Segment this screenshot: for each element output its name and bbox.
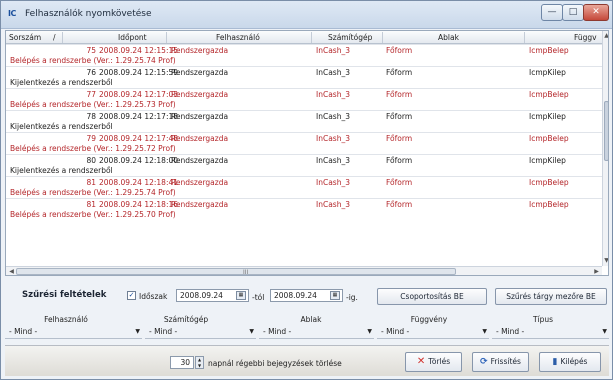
window-title: Felhasználók nyomkövetése — [25, 9, 152, 19]
date-from-value: 2008.09.24 — [180, 291, 223, 300]
sort-indicator: / — [53, 33, 56, 42]
days-label: napnál régebbi bejegyzések törlése — [208, 359, 342, 368]
delete-label: Törlés — [428, 357, 451, 366]
column-header-szamitogep[interactable]: Számítógép — [328, 33, 372, 42]
scroll-right-icon[interactable]: ▶ — [592, 267, 601, 275]
chevron-down-icon[interactable]: ▼ — [367, 326, 372, 338]
date-to-value: 2008.09.24 — [274, 291, 317, 300]
days-input[interactable]: 30 — [170, 356, 194, 369]
type-filter-select[interactable]: - Mind - ▼ — [492, 326, 609, 339]
days-spinner-icon[interactable]: ▲ ▼ — [195, 356, 204, 369]
scroll-left-icon[interactable]: ◀ — [7, 267, 16, 275]
filter-label-window: Ablak — [300, 315, 322, 324]
title-bar: IC Felhasználók nyomkövetése — □ ✕ — [1, 1, 612, 29]
delete-button[interactable]: ✕ Törlés — [405, 352, 462, 372]
column-divider[interactable] — [62, 32, 63, 43]
window-filter-select[interactable]: - Mind - ▼ — [259, 326, 374, 339]
calendar-icon[interactable]: ▦ — [330, 291, 340, 300]
chevron-down-icon[interactable]: ▼ — [249, 326, 254, 338]
filter-label-type: Típus — [532, 315, 554, 324]
computer-filter-value: - Mind - — [149, 327, 178, 336]
exit-label: Kilépés — [560, 357, 588, 366]
window-filter-value: - Mind - — [263, 327, 292, 336]
exit-door-icon: ▮ — [552, 357, 558, 367]
filter-label-user: Felhasználó — [44, 315, 88, 324]
column-header-sorszam[interactable]: Sorszám — [9, 33, 41, 42]
date-to-field[interactable]: 2008.09.24 ▦ — [270, 289, 343, 302]
refresh-icon: ⟳ — [480, 357, 488, 367]
date-from-field[interactable]: 2008.09.24 ▦ — [176, 289, 249, 302]
scroll-up-icon[interactable]: ▲ — [603, 32, 608, 40]
main-window: IC Felhasználók nyomkövetése — □ ✕ Sorsz… — [0, 0, 613, 380]
user-filter-value: - Mind - — [9, 327, 38, 336]
column-header-idopont[interactable]: Időpont — [118, 33, 147, 42]
computer-filter-select[interactable]: - Mind - ▼ — [145, 326, 256, 339]
column-divider[interactable] — [166, 32, 167, 43]
maximize-button[interactable]: □ — [562, 4, 584, 21]
type-filter-value: - Mind - — [496, 327, 525, 336]
user-filter-select[interactable]: - Mind - ▼ — [5, 326, 142, 339]
close-button[interactable]: ✕ — [583, 4, 609, 21]
period-label: Időszak — [139, 292, 168, 301]
horizontal-scrollbar[interactable]: ◀ III ▶ — [6, 266, 602, 275]
group-toggle-button[interactable]: Csoportosítás BE — [377, 288, 487, 305]
scroll-grip: III — [243, 269, 249, 276]
filter-section-title: Szűrési feltételek — [22, 290, 107, 300]
function-filter-value: - Mind - — [381, 327, 410, 336]
chevron-down-icon[interactable]: ▼ — [602, 326, 607, 338]
filter-label-computer: Számítógép — [163, 315, 209, 324]
app-icon: IC — [8, 9, 16, 18]
filter-label-function: Függvény — [410, 315, 448, 324]
vertical-scrollbar[interactable]: ▲ ▼ — [602, 31, 608, 266]
period-checkbox[interactable]: ✓ — [127, 291, 136, 300]
scroll-down-icon[interactable]: ▼ — [603, 257, 608, 265]
cell-description: Belépés a rendszerbe (Ver.: 1.29.25.70 P… — [10, 210, 176, 219]
table-row-description[interactable]: Belépés a rendszerbe (Ver.: 1.29.25.70 P… — [6, 209, 602, 221]
grid-header: Sorszám / Időpont Felhasználó Számítógép… — [6, 31, 602, 44]
vertical-scroll-thumb[interactable] — [604, 101, 608, 161]
refresh-label: Frissítés — [490, 357, 521, 366]
date-from-suffix: -tól — [252, 293, 265, 302]
exit-button[interactable]: ▮ Kilépés — [539, 352, 601, 372]
column-divider[interactable] — [311, 32, 312, 43]
horizontal-scroll-thumb[interactable]: III — [16, 268, 456, 275]
column-header-ablak[interactable]: Ablak — [438, 33, 459, 42]
column-divider[interactable] — [524, 32, 525, 43]
minimize-button[interactable]: — — [541, 4, 563, 21]
function-filter-select[interactable]: - Mind - ▼ — [377, 326, 489, 339]
calendar-icon[interactable]: ▦ — [236, 291, 246, 300]
column-divider[interactable] — [382, 32, 383, 43]
delete-x-icon: ✕ — [416, 356, 426, 367]
column-header-felhasznalo[interactable]: Felhasználó — [216, 33, 260, 42]
chevron-down-icon[interactable]: ▼ — [135, 326, 140, 338]
log-grid: Sorszám / Időpont Felhasználó Számítógép… — [5, 30, 609, 276]
refresh-button[interactable]: ⟳ Frissítés — [472, 352, 529, 372]
column-header-fuggveny[interactable]: Függv — [574, 33, 597, 42]
date-to-suffix: -ig. — [346, 293, 358, 302]
subject-filter-button[interactable]: Szűrés tárgy mezőre BE — [495, 288, 607, 305]
chevron-down-icon[interactable]: ▼ — [482, 326, 487, 338]
